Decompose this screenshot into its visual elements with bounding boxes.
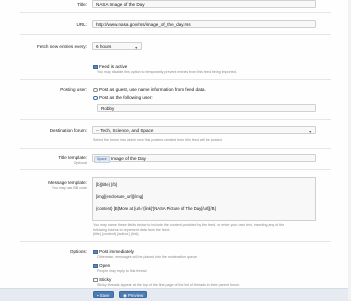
fetch-select[interactable]: 6 hours ▼	[92, 42, 142, 50]
fetch-value: 6 hours	[96, 44, 112, 49]
url-label: URL:	[76, 22, 87, 27]
template-line: {content} [B]More at [url='{link}']NASA …	[96, 206, 216, 211]
post-immediately-hint: Otherwise, messages will be placed into …	[97, 255, 198, 259]
divider	[20, 79, 331, 80]
divider	[20, 148, 331, 149]
divider	[20, 119, 331, 120]
message-template-hint: You may name these fields below to inclu…	[93, 223, 285, 227]
message-template-hint: following tokens to represent data from …	[93, 227, 170, 232]
divider	[20, 34, 331, 35]
feed-active-checkbox[interactable]	[93, 64, 98, 69]
post-as-guest-label: Post as guest, use name information from…	[99, 87, 206, 92]
fetch-label: Fetch new entries every:	[36, 44, 87, 49]
save-label: Save	[99, 292, 110, 298]
destination-select[interactable]: -- Tech, Science, and Space ▼	[92, 126, 316, 134]
divider	[20, 241, 331, 242]
open-label: Open	[99, 263, 111, 268]
sticky-label: Sticky	[99, 277, 112, 282]
post-immediately-checkbox[interactable]	[93, 249, 98, 254]
sticky-checkbox[interactable]	[93, 277, 98, 282]
form-footer	[0, 288, 351, 301]
options-label: Options:	[69, 249, 87, 254]
destination-label: Destination forum:	[49, 128, 87, 133]
title-input[interactable]: NASA Image of the Day	[92, 0, 316, 8]
chevron-down-icon: ▼	[134, 46, 138, 50]
post-as-guest-radio[interactable]	[93, 87, 98, 92]
destination-hint: Select the forum into which new this pos…	[93, 138, 223, 142]
title-template-label: Title template:	[58, 155, 87, 160]
preview-label: Preview	[127, 292, 144, 298]
title-template-value: Image of the Day	[111, 156, 146, 161]
divider	[20, 12, 331, 13]
message-template-tokens: {title} {content} {author} {link}	[93, 232, 139, 236]
feed-active-label: Feed is active	[99, 64, 128, 69]
title-template-sublabel: Optional	[73, 161, 87, 165]
post-immediately-label: Post immediately	[99, 249, 134, 254]
preview-button[interactable]: ◉ Preview	[119, 290, 148, 298]
open-checkbox[interactable]	[93, 263, 98, 268]
template-line: [b]{title} [/b]	[96, 182, 117, 187]
title-template-input[interactable]: Image of the Day	[92, 154, 316, 162]
chevron-down-icon: ▼	[308, 130, 312, 134]
post-as-user-radio[interactable]	[93, 95, 98, 100]
sticky-hint: Sticky threads appear at the top of the …	[97, 283, 241, 287]
post-as-user-label: Post as the following user:	[99, 95, 153, 100]
template-line: [img]{enclosure_url}[/img]	[96, 194, 144, 199]
url-input[interactable]: http://www.nasa.gov/rss/image_of_the_day…	[92, 20, 316, 28]
open-hint: People may reply to this thread	[97, 269, 147, 273]
destination-value: -- Tech, Science, and Space	[96, 128, 154, 133]
message-template-label: Message template:	[48, 180, 87, 185]
title-label: Title:	[77, 2, 87, 7]
posting-user-label: Posting user:	[60, 87, 87, 92]
feed-active-hint: You may disable this option to temporari…	[97, 70, 237, 74]
username-input[interactable]: Robby	[97, 104, 316, 112]
message-template-sublabel: You may use BB code	[51, 186, 87, 190]
message-template-textarea[interactable]: [b]{title} [/b] [img]{enclosure_url}[/im…	[92, 177, 316, 221]
prefix-badge[interactable]: Space	[94, 155, 110, 163]
save-button[interactable]: ▪ Save	[93, 290, 114, 298]
divider	[20, 169, 331, 170]
